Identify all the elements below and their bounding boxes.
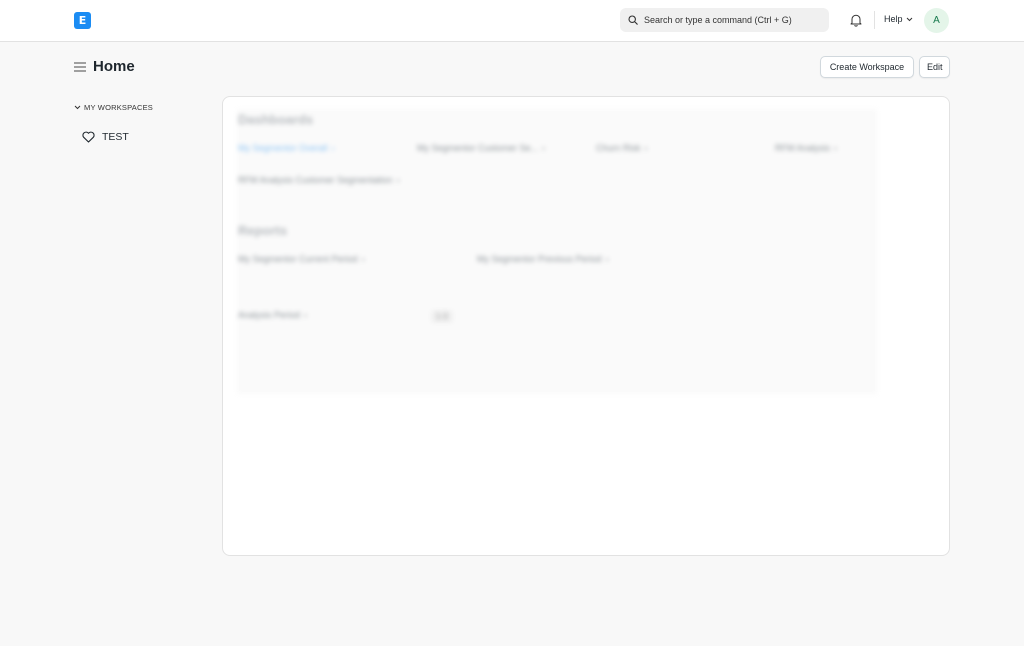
chevron-down-icon — [74, 105, 81, 109]
arrow-icon: › — [361, 254, 365, 264]
my-workspaces-toggle[interactable]: MY WORKSPACES — [74, 100, 214, 114]
search-bar[interactable] — [620, 8, 829, 32]
report-link[interactable]: My Segmentor Previous Period › — [477, 254, 609, 264]
report-link[interactable]: My Segmentor Current Period › — [238, 254, 365, 264]
arrow-icon: › — [834, 143, 838, 153]
navbar-divider — [874, 11, 875, 29]
page-header: Home Create Workspace Edit — [74, 56, 950, 80]
help-label: Help — [884, 14, 903, 24]
notification-bell-icon[interactable] — [849, 13, 863, 27]
dashboard-link[interactable]: RFM Analysis Customer Segmentation › — [238, 175, 400, 185]
sidebar: MY WORKSPACES TEST — [74, 100, 214, 144]
page-title: Home — [93, 58, 135, 75]
arrow-icon: › — [331, 143, 335, 153]
sidebar-item-test[interactable]: TEST — [82, 130, 214, 144]
search-input[interactable] — [644, 15, 824, 25]
reports-heading: Reports — [238, 223, 288, 238]
arrow-icon: › — [396, 175, 400, 185]
arrow-icon: › — [605, 254, 609, 264]
arrow-icon: › — [644, 143, 648, 153]
edit-button[interactable]: Edit — [919, 56, 950, 78]
create-workspace-button[interactable]: Create Workspace — [820, 56, 914, 78]
heart-icon — [82, 131, 95, 143]
dashboard-link[interactable]: My Segmentor Overall › — [238, 143, 335, 153]
chevron-down-icon — [906, 17, 912, 21]
my-workspaces-label: MY WORKSPACES — [84, 102, 154, 112]
user-avatar[interactable]: A — [924, 8, 949, 33]
sidebar-item-label: TEST — [102, 131, 129, 143]
help-dropdown[interactable]: Help — [884, 14, 913, 24]
navbar: E Help A — [0, 0, 1024, 42]
arrow-icon: › — [542, 143, 546, 153]
search-icon — [628, 15, 638, 25]
report-link[interactable]: Analysis Period › — [238, 310, 307, 320]
app-logo[interactable]: E — [74, 12, 91, 29]
dashboard-link[interactable]: Churn Risk › — [596, 143, 648, 153]
sidebar-toggle-icon[interactable] — [74, 62, 86, 72]
arrow-icon: › — [304, 310, 308, 320]
dashboard-link[interactable]: RFM Analysis › — [775, 143, 837, 153]
dashboard-link[interactable]: My Segmentor Customer Se... › — [417, 143, 545, 153]
workspace-card: Dashboards My Segmentor Overall › My Segm… — [222, 96, 950, 556]
count-pill: 1-3 — [431, 310, 453, 323]
workspace-content-blurred: Dashboards My Segmentor Overall › My Segm… — [223, 97, 949, 555]
dashboards-heading: Dashboards — [238, 112, 314, 127]
